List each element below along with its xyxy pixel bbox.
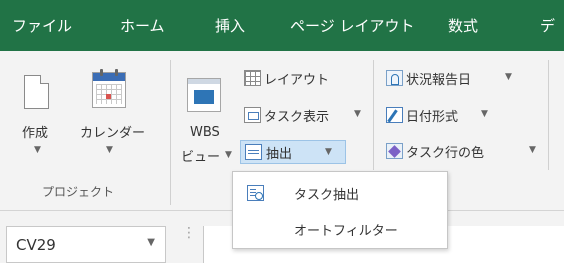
chevron-down-icon: ▼ xyxy=(34,145,41,155)
date-format-icon xyxy=(386,107,403,123)
extract-dropdown-menu: タスク抽出 オートフィルター xyxy=(232,171,448,249)
date-format-label: 日付形式 xyxy=(406,110,459,125)
extract-label: 抽出 xyxy=(266,147,293,162)
menu-item-label: オートフィルター xyxy=(294,224,398,239)
group-divider xyxy=(373,60,374,170)
task-extract-icon xyxy=(247,185,264,201)
wbs-view-icon xyxy=(187,78,221,112)
chevron-down-icon: ▼ xyxy=(481,109,488,119)
formula-bar-grip[interactable]: ⋮ xyxy=(182,226,196,240)
menu-item-autofilter[interactable]: オートフィルター xyxy=(233,211,447,247)
task-row-color-icon xyxy=(386,143,403,159)
ribbon-tab-bar: ファイル ホーム 挿入 ページ レイアウト 数式 デ xyxy=(0,0,564,51)
create-label: 作成 xyxy=(22,126,49,141)
new-document-icon xyxy=(24,75,49,109)
filter-icon xyxy=(245,144,262,160)
calendar-icon xyxy=(92,69,126,108)
view-label: ビュー xyxy=(181,150,221,165)
task-display-label: タスク表示 xyxy=(264,110,330,125)
chevron-down-icon: ▼ xyxy=(354,109,361,119)
status-date-icon xyxy=(386,70,403,86)
task-display-icon xyxy=(244,107,261,123)
chevron-down-icon: ▼ xyxy=(505,72,512,82)
layout-icon xyxy=(244,70,261,86)
task-row-color-label: タスク行の色 xyxy=(406,146,485,161)
tab-formulas[interactable]: 数式 xyxy=(448,15,478,36)
group-divider xyxy=(170,60,171,205)
chevron-down-icon: ▼ xyxy=(106,145,113,155)
group-divider xyxy=(548,60,549,170)
chevron-down-icon: ▼ xyxy=(529,145,536,155)
name-box[interactable]: CV29 ▼ xyxy=(6,226,166,263)
tab-data[interactable]: デ xyxy=(540,15,555,36)
tab-page-layout[interactable]: ページ レイアウト xyxy=(290,15,414,36)
chevron-down-icon: ▼ xyxy=(325,147,332,157)
wbs-label: WBS xyxy=(190,125,220,140)
calendar-label: カレンダー xyxy=(80,126,146,141)
layout-label: レイアウト xyxy=(264,73,330,88)
menu-item-label: タスク抽出 xyxy=(294,188,360,203)
menu-item-task-extract[interactable]: タスク抽出 xyxy=(233,175,447,211)
tab-insert[interactable]: 挿入 xyxy=(215,15,245,36)
status-date-label: 状況報告日 xyxy=(406,73,472,88)
tab-home[interactable]: ホーム xyxy=(120,15,165,36)
chevron-down-icon: ▼ xyxy=(225,150,232,160)
chevron-down-icon[interactable]: ▼ xyxy=(147,237,155,248)
name-box-value: CV29 xyxy=(16,236,56,254)
tab-file[interactable]: ファイル xyxy=(12,15,72,36)
group-label-project: プロジェクト xyxy=(42,185,115,199)
